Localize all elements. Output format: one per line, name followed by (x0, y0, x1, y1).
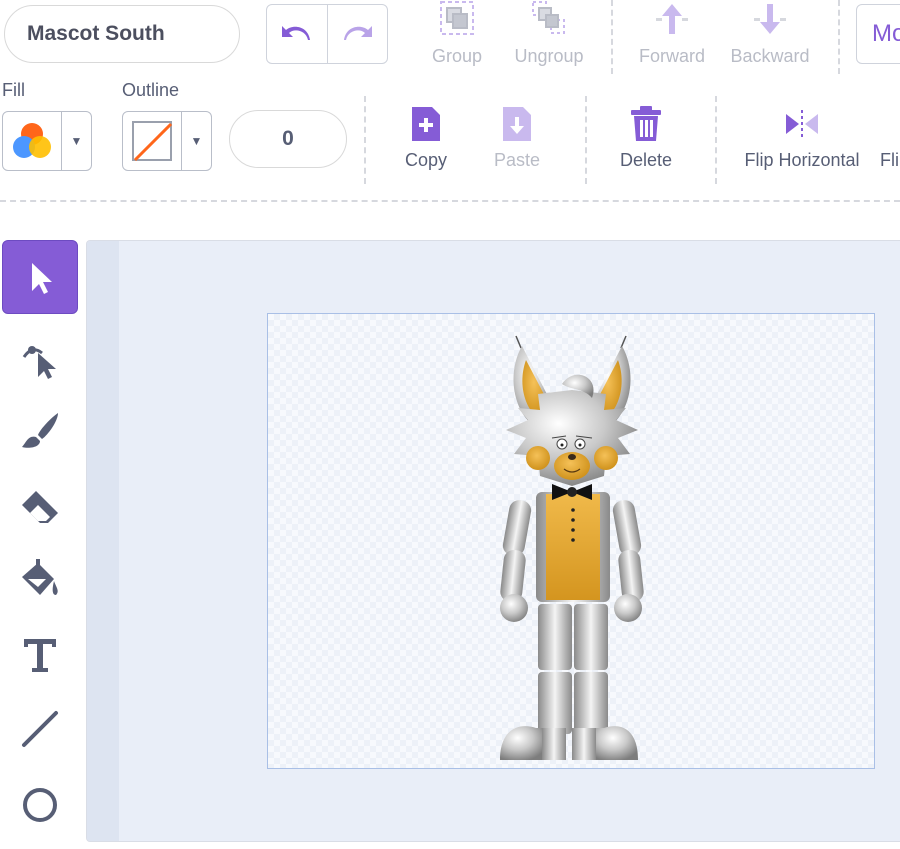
undo-icon (281, 26, 310, 40)
toolbar-divider (838, 0, 840, 74)
ungroup-button[interactable]: Ungroup (508, 0, 590, 67)
flip-horizontal-label: Flip Horizontal (744, 150, 860, 170)
delete-label: Delete (619, 150, 673, 170)
chevron-down-icon: ▼ (70, 134, 83, 148)
ungroup-icon (532, 1, 565, 34)
costume-name-input[interactable]: Mascot South (4, 5, 240, 63)
undo-button[interactable] (267, 5, 327, 63)
line-tool-button[interactable] (2, 692, 78, 766)
toolbar-divider (611, 0, 613, 74)
forward-button[interactable]: Forward (630, 0, 714, 67)
copy-icon (412, 107, 440, 141)
delete-button[interactable]: Delete (612, 104, 680, 171)
eraser-icon (22, 491, 58, 523)
flip-vertical-button[interactable]: Fli (880, 104, 900, 171)
paste-label: Paste (493, 150, 541, 170)
mode-button[interactable]: Mo (856, 4, 900, 64)
toolbar-divider (585, 96, 587, 184)
backward-label: Backward (730, 46, 810, 66)
multicolor-swatch-icon (13, 123, 51, 158)
toolbar-canvas-divider (0, 200, 900, 202)
text-tool-button[interactable] (2, 618, 78, 692)
undo-redo-group (266, 4, 388, 64)
arrow-down-icon (754, 4, 786, 34)
arrow-up-icon (656, 4, 688, 34)
forward-label: Forward (638, 46, 705, 66)
toolbar-divider (715, 96, 717, 184)
costume-artboard[interactable] (267, 313, 875, 769)
paint-bucket-icon (22, 559, 58, 595)
outline-width-input[interactable]: 0 (229, 110, 347, 168)
brush-tool-button[interactable] (2, 394, 78, 468)
paste-button[interactable]: Paste (486, 104, 548, 171)
select-tool-button[interactable] (2, 240, 78, 314)
paint-canvas[interactable] (86, 240, 900, 842)
trash-icon (631, 106, 661, 141)
group-button[interactable]: Group (424, 0, 490, 67)
fill-color-picker[interactable]: ▼ (2, 111, 92, 171)
flip-vertical-label: Fli (880, 150, 899, 170)
mascot-character-drawing[interactable] (488, 324, 648, 762)
circle-tool-button[interactable] (2, 768, 78, 842)
brush-icon (22, 413, 58, 448)
flip-horizontal-button[interactable]: Flip Horizontal (738, 104, 866, 171)
toolbar-divider (364, 96, 366, 184)
eraser-tool-button[interactable] (2, 468, 78, 542)
redo-icon (344, 26, 373, 40)
backward-button[interactable]: Backward (724, 0, 816, 67)
line-icon (22, 711, 58, 747)
fill-tool-button[interactable] (2, 542, 78, 616)
flip-horizontal-icon (786, 110, 818, 138)
chevron-down-icon: ▼ (190, 134, 203, 148)
fill-label: Fill (2, 80, 25, 100)
no-color-swatch-icon (132, 121, 173, 162)
reshape-tool-button[interactable] (2, 320, 78, 394)
paste-icon (503, 107, 531, 141)
arrow-pointer-icon (32, 263, 52, 294)
circle-icon (23, 788, 57, 822)
ungroup-label: Ungroup (514, 46, 584, 66)
outline-color-picker[interactable]: ▼ (122, 111, 212, 171)
canvas-scroll-gutter (87, 241, 119, 841)
group-label: Group (431, 46, 483, 66)
copy-button[interactable]: Copy (396, 104, 456, 171)
text-t-icon (24, 639, 56, 672)
group-icon (440, 1, 474, 35)
redo-button[interactable] (326, 5, 388, 63)
outline-label: Outline (122, 80, 180, 100)
reshape-pointer-icon (22, 346, 56, 379)
copy-label: Copy (404, 150, 448, 170)
